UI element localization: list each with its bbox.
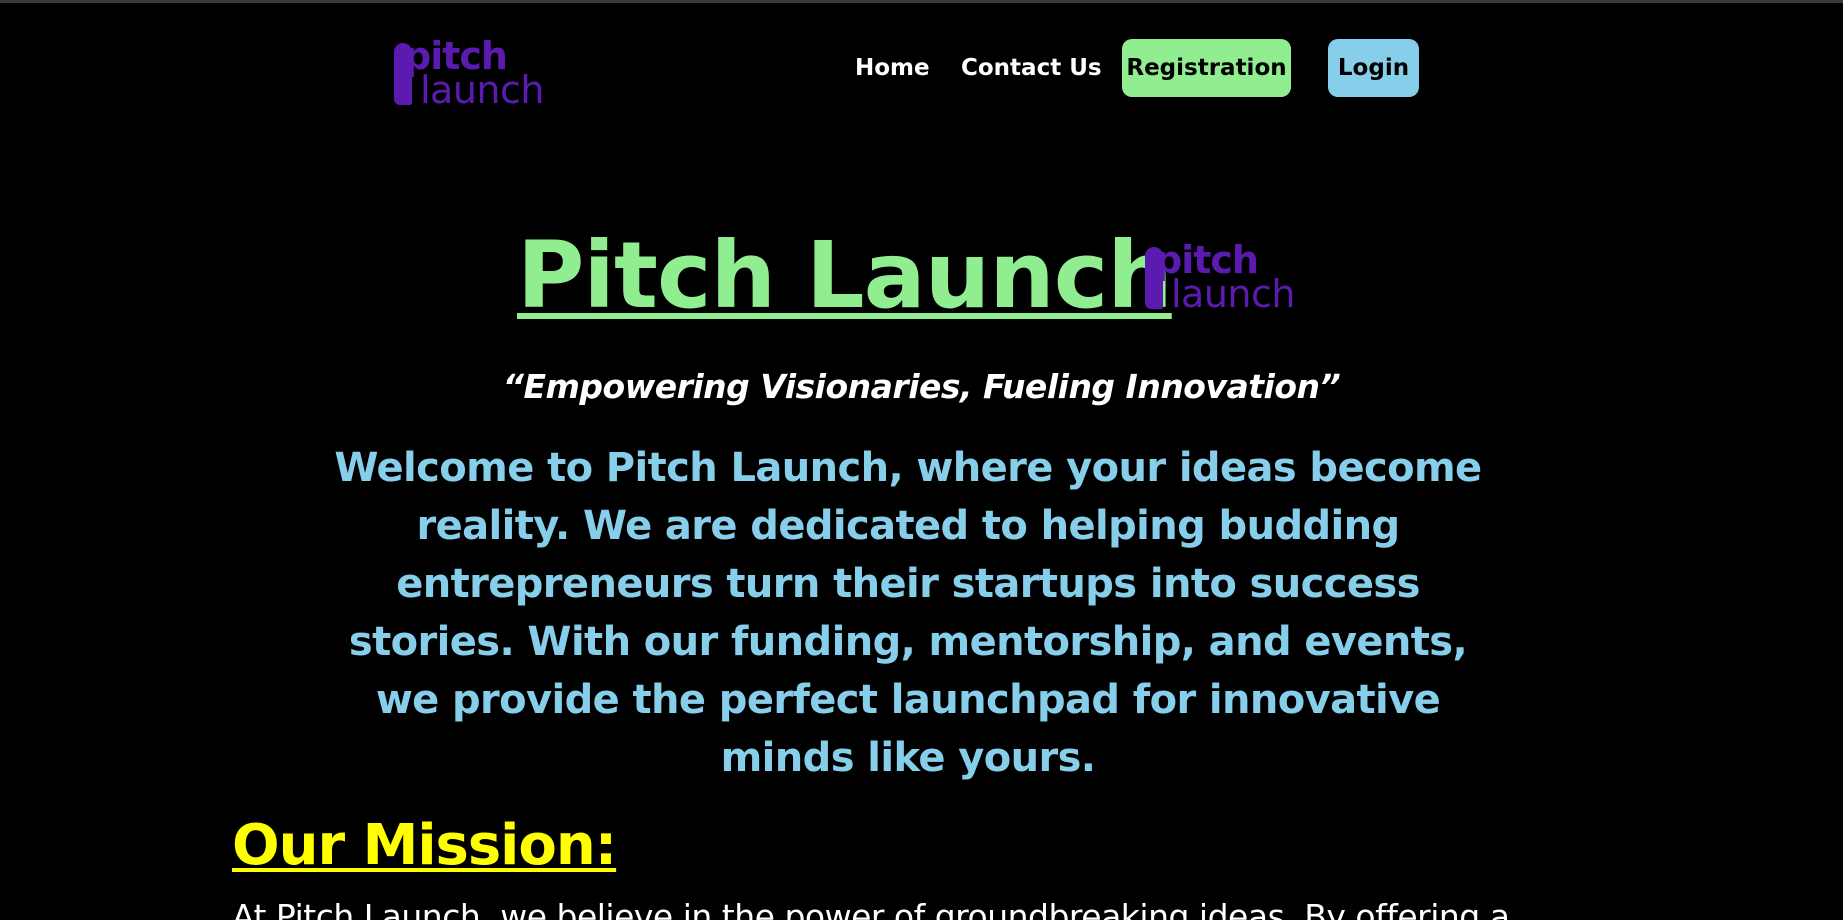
- nav-logo[interactable]: pitch launch: [394, 37, 545, 112]
- nav-contact-link[interactable]: Contact Us: [961, 53, 1102, 83]
- login-button[interactable]: Login: [1328, 39, 1419, 97]
- mission-paragraph: At Pitch Launch, we believe in the power…: [232, 897, 1510, 920]
- logo-text-bottom: launch: [1171, 272, 1296, 316]
- intro-paragraph: Welcome to Pitch Launch, where your idea…: [334, 445, 1482, 781]
- nav-home-link[interactable]: Home: [855, 53, 930, 83]
- tagline: “Empowering Visionaries, Fueling Innovat…: [502, 367, 1341, 406]
- hero-logo: pitch launch: [1145, 241, 1296, 316]
- page: pitch launch Home Contact Us Registratio…: [0, 0, 1843, 920]
- page-title: Pitch Launch: [517, 222, 1173, 329]
- registration-button[interactable]: Registration: [1122, 39, 1291, 97]
- logo-text-bottom: launch: [420, 68, 545, 112]
- mission-heading: Our Mission:: [232, 813, 617, 878]
